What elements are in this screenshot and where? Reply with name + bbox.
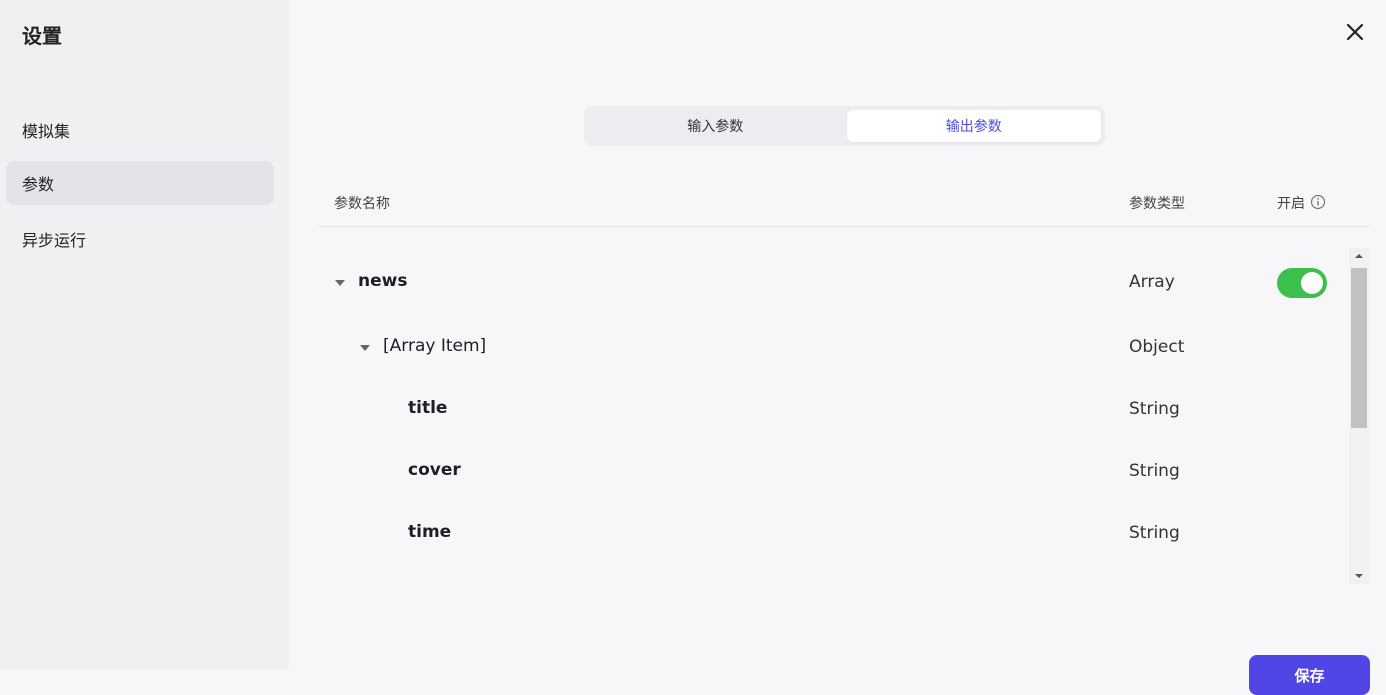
param-tabs: 输入参数 输出参数 xyxy=(584,106,1105,146)
table-row: news Array xyxy=(318,260,1348,304)
sidebar-item-async-run[interactable]: 异步运行 xyxy=(6,217,274,261)
param-type: String xyxy=(1129,461,1180,481)
column-header-type: 参数类型 xyxy=(1129,196,1185,212)
header-divider xyxy=(318,226,1370,227)
tab-input-params[interactable]: 输入参数 xyxy=(588,110,843,142)
param-name: [Array Item] xyxy=(383,336,487,356)
close-button[interactable] xyxy=(1343,20,1367,44)
sidebar-item-label: 模拟集 xyxy=(22,122,71,141)
param-type: String xyxy=(1129,399,1180,419)
scroll-up-button[interactable] xyxy=(1349,248,1369,264)
param-type: Array xyxy=(1129,272,1175,292)
save-button[interactable]: 保存 xyxy=(1249,655,1370,695)
sidebar: 设置 模拟集 参数 异步运行 xyxy=(0,0,289,670)
param-name: news xyxy=(358,271,408,291)
param-type: Object xyxy=(1129,337,1185,357)
sidebar-title: 设置 xyxy=(22,24,62,48)
close-icon xyxy=(1346,23,1364,41)
tab-output-params[interactable]: 输出参数 xyxy=(846,110,1101,142)
table-row: title String xyxy=(318,387,1348,431)
sidebar-item-label: 参数 xyxy=(22,175,55,194)
param-name: time xyxy=(408,522,452,542)
scroll-down-icon xyxy=(1355,574,1363,578)
caret-down-icon[interactable] xyxy=(333,276,347,290)
info-icon[interactable] xyxy=(1310,194,1326,210)
sidebar-item-parameters[interactable]: 参数 xyxy=(6,161,274,205)
sidebar-item-label: 异步运行 xyxy=(22,231,87,250)
table-row: cover String xyxy=(318,449,1348,493)
toggle-knob xyxy=(1301,272,1323,294)
table-row: [Array Item] Object xyxy=(318,325,1348,369)
scroll-thumb[interactable] xyxy=(1351,268,1367,428)
scroll-up-icon xyxy=(1355,254,1363,258)
sidebar-item-simulation-set[interactable]: 模拟集 xyxy=(6,108,274,152)
scrollbar[interactable] xyxy=(1349,248,1369,584)
param-type: String xyxy=(1129,523,1180,543)
column-header-enabled: 开启 xyxy=(1277,196,1305,212)
column-header-name: 参数名称 xyxy=(334,196,390,212)
enable-toggle[interactable] xyxy=(1277,268,1327,298)
scroll-down-button[interactable] xyxy=(1349,568,1369,584)
caret-down-icon[interactable] xyxy=(358,341,372,355)
param-name: cover xyxy=(408,460,461,480)
table-row: time String xyxy=(318,511,1348,555)
param-name: title xyxy=(408,398,448,418)
